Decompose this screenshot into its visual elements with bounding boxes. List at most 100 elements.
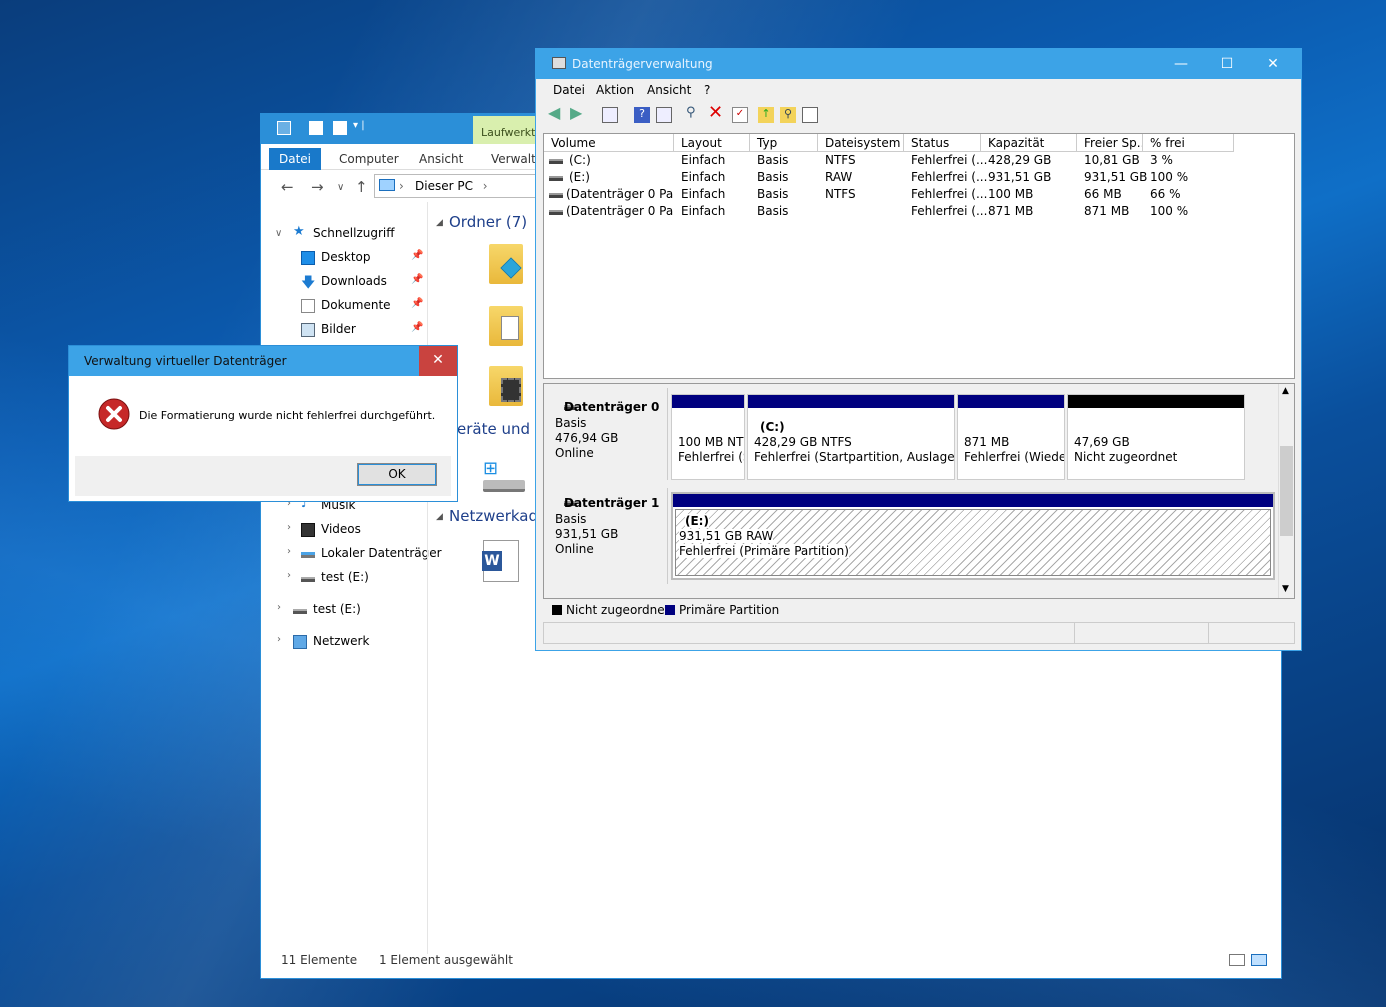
list-view-icon[interactable] [802, 107, 818, 123]
help-icon[interactable]: ? [634, 107, 650, 123]
nav-label: Schnellzugriff [313, 226, 395, 240]
large-icons-view-icon[interactable] [1251, 954, 1267, 966]
up-icon[interactable]: ↑ [355, 178, 368, 196]
back-icon[interactable]: ◀ [548, 103, 564, 122]
menu-datei[interactable]: Datei [553, 83, 585, 97]
drive-tools-tab[interactable]: Laufwerkto [473, 116, 543, 144]
recent-icon[interactable]: ∨ [337, 182, 344, 193]
disk-1-label[interactable]: Datenträger 1 Basis 931,51 GB Online [546, 488, 668, 584]
nav-item-downloads[interactable]: 🡇 Downloads 📌 [301, 272, 431, 292]
group-header-devices[interactable]: eräte und L [457, 420, 543, 438]
maximize-button[interactable]: ☐ [1204, 49, 1250, 79]
table-row[interactable]: (E:) Einfach Basis RAW Fehlerfrei (... 9… [544, 170, 1294, 187]
minimize-button[interactable]: — [1158, 49, 1204, 79]
windows-logo-icon: ⊞ [483, 458, 499, 479]
cell-type: Basis [757, 204, 789, 218]
partition-bar-primary [748, 395, 954, 408]
status-bar: 11 Elemente 1 Element ausgewählt [281, 953, 513, 967]
column-header-free[interactable]: Freier Sp... [1077, 134, 1143, 152]
chevron-right-icon[interactable]: › [287, 546, 291, 557]
partition-c[interactable]: (C:) 428,29 GB NTFS Fehlerfrei (Startpar… [747, 394, 955, 480]
folder-videos-icon[interactable] [489, 366, 523, 406]
menu-ansicht[interactable]: Ansicht [647, 83, 691, 97]
nav-label: Dokumente [321, 298, 391, 312]
menu-aktion[interactable]: Aktion [596, 83, 634, 97]
cell-volume: (Datenträger 0 Par... [566, 204, 673, 218]
folder-up-icon[interactable]: ↑ [758, 107, 774, 123]
close-button[interactable]: ✕ [1250, 49, 1296, 79]
collapse-group-icon[interactable]: ◢ [436, 512, 443, 522]
nav-item-documents[interactable]: Dokumente 📌 [301, 296, 431, 316]
cell-layout: Einfach [681, 204, 726, 218]
word-document-icon[interactable]: W [482, 540, 519, 582]
scroll-up-icon[interactable]: ▲ [1282, 386, 1289, 396]
ok-button[interactable]: OK [357, 463, 437, 486]
dm-titlebar: Datenträgerverwaltung — ☐ ✕ [536, 49, 1301, 79]
disk-0-state: Online [555, 446, 594, 460]
column-header-pct-free[interactable]: % frei [1143, 134, 1234, 152]
chevron-right-icon[interactable]: › [277, 634, 281, 645]
menu-help[interactable]: ? [704, 83, 710, 97]
properties-icon[interactable] [309, 121, 323, 135]
column-header-type[interactable]: Typ [750, 134, 818, 152]
error-dialog: Verwaltung virtueller Datenträger ✕ Die … [68, 345, 458, 502]
pin-icon[interactable]: 📌 [411, 322, 423, 333]
forward-icon[interactable]: → [311, 178, 324, 196]
group-header-folders[interactable]: Ordner (7) [449, 213, 527, 231]
nav-item-desktop[interactable]: Desktop 📌 [301, 248, 431, 268]
tab-computer[interactable]: Computer [329, 148, 409, 170]
partition-e[interactable]: (E:) 931,51 GB RAW Fehlerfrei (Primäre P… [671, 492, 1275, 580]
table-row[interactable]: (Datenträger 0 Par... Einfach Basis Fehl… [544, 204, 1294, 221]
nav-label: Videos [321, 522, 361, 536]
pin-icon[interactable]: 📌 [411, 250, 423, 261]
show-hide-console-icon[interactable] [602, 107, 618, 123]
column-header-capacity[interactable]: Kapazität [981, 134, 1077, 152]
partition-recovery[interactable]: 871 MB Fehlerfrei (Wieder [957, 394, 1065, 480]
nav-item-pictures[interactable]: Bilder 📌 [301, 320, 431, 340]
chevron-expanded-icon[interactable]: ∨ [275, 228, 282, 239]
partition-letter: (C:) [760, 420, 785, 434]
forward-icon[interactable]: ▶ [570, 103, 586, 122]
folder-documents-icon[interactable] [489, 306, 523, 346]
chevron-right-icon[interactable]: › [287, 570, 291, 581]
properties-icon[interactable]: ✓ [732, 107, 748, 123]
partition-size: 428,29 GB NTFS [754, 435, 852, 449]
partition-size: 100 MB NT [678, 435, 744, 449]
pin-icon[interactable]: 📌 [411, 274, 423, 285]
search-folder-icon[interactable]: ⚲ [780, 107, 796, 123]
legend-label-unallocated: Nicht zugeordnet [566, 603, 670, 617]
drive-icon [549, 210, 563, 215]
column-header-layout[interactable]: Layout [674, 134, 750, 152]
scroll-down-icon[interactable]: ▼ [1282, 584, 1289, 594]
chevron-right-icon[interactable]: › [287, 522, 291, 533]
cell-status: Fehlerfrei (... [911, 170, 988, 184]
tab-ansicht[interactable]: Ansicht [409, 148, 473, 170]
chevron-down-icon[interactable]: ▾ | [353, 120, 365, 131]
pin-icon[interactable]: 📌 [411, 298, 423, 309]
graph-scrollbar[interactable]: ▲ ▼ [1278, 384, 1294, 598]
partition-unallocated[interactable]: 47,69 GB Nicht zugeordnet [1067, 394, 1245, 480]
column-header-filesystem[interactable]: Dateisystem [818, 134, 904, 152]
delete-icon[interactable]: ✕ [708, 102, 724, 123]
chevron-right-icon: › [482, 179, 488, 193]
disk-0-name: Datenträger 0 [555, 400, 659, 414]
tab-datei[interactable]: Datei [269, 148, 322, 170]
details-view-icon[interactable] [1229, 954, 1245, 966]
scroll-thumb[interactable] [1280, 446, 1293, 536]
connect-disk-icon[interactable]: ⚲ [686, 105, 702, 121]
column-header-volume[interactable]: Volume [544, 134, 674, 152]
dialog-close-button[interactable]: ✕ [419, 346, 457, 376]
table-row[interactable]: (C:) Einfach Basis NTFS Fehlerfrei (... … [544, 153, 1294, 170]
disk-0-size: 476,94 GB [555, 431, 619, 445]
chevron-right-icon[interactable]: › [277, 602, 281, 613]
disk-0-label[interactable]: Datenträger 0 Basis 476,94 GB Online [546, 388, 668, 480]
collapse-group-icon[interactable]: ◢ [436, 218, 443, 228]
show-pane-icon[interactable] [656, 107, 672, 123]
column-header-status[interactable]: Status [904, 134, 981, 152]
table-row[interactable]: (Datenträger 0 Par... Einfach Basis NTFS… [544, 187, 1294, 204]
new-folder-icon[interactable] [333, 121, 347, 135]
back-icon[interactable]: ← [281, 178, 294, 196]
hard-drive-icon[interactable] [483, 480, 525, 492]
partition-efi[interactable]: 100 MB NT Fehlerfrei (S [671, 394, 745, 480]
folder-3d-objects-icon[interactable] [489, 244, 523, 284]
